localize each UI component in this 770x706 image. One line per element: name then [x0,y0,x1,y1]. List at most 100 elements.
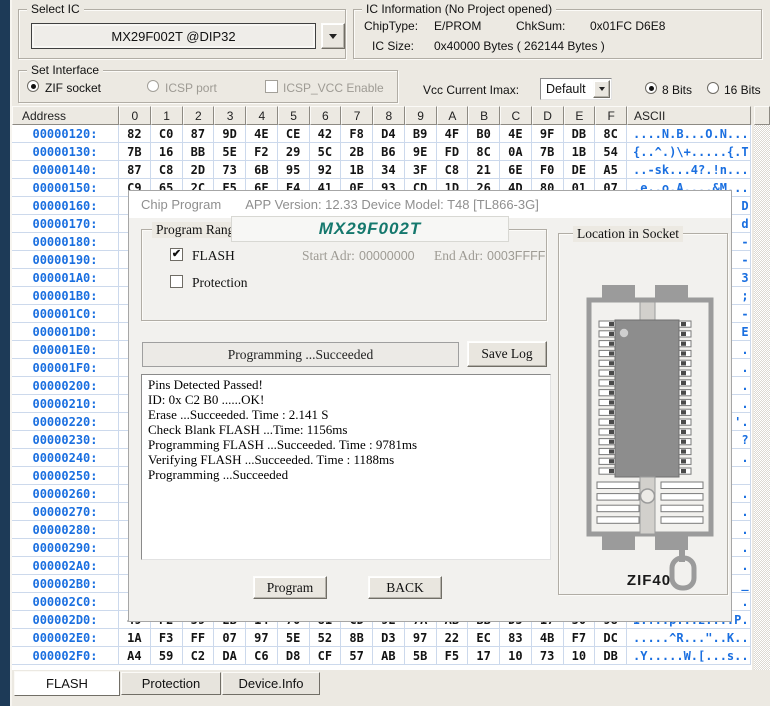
hex-ascii-cell[interactable]: ..-sk...4?.!n... [627,161,751,179]
hex-byte-cell[interactable]: F0 [532,161,564,179]
hex-byte-cell[interactable]: 87 [183,125,215,143]
hex-byte-cell[interactable]: 59 [151,647,183,665]
hex-byte-cell[interactable]: F7 [564,629,596,647]
hex-byte-cell[interactable]: C6 [246,647,278,665]
tab-protection[interactable]: Protection [121,672,221,695]
hex-byte-cell[interactable]: 8C [468,143,500,161]
hex-byte-cell[interactable]: 22 [437,629,469,647]
hex-byte-cell[interactable]: EC [468,629,500,647]
hex-byte-cell[interactable]: DA [214,647,246,665]
hex-byte-cell[interactable]: 10 [500,647,532,665]
hex-byte-cell[interactable]: 29 [278,143,310,161]
log-output[interactable]: Pins Detected Passed!ID: 0x C2 B0 ......… [141,374,551,560]
hex-byte-cell[interactable]: 73 [214,161,246,179]
hex-byte-cell[interactable]: 2B [341,143,373,161]
hex-byte-cell[interactable]: D4 [373,125,405,143]
hex-byte-cell[interactable]: 16 [151,143,183,161]
hex-byte-cell[interactable]: FD [437,143,469,161]
16-bits-radio[interactable] [707,82,719,94]
protection-checkbox[interactable] [170,275,183,288]
hex-byte-cell[interactable]: A4 [119,647,151,665]
flash-checkbox[interactable]: ✔ [170,248,183,261]
hex-byte-cell[interactable]: 21 [468,161,500,179]
scrollbar-corner-button[interactable] [754,106,770,125]
hex-byte-cell[interactable]: 6E [500,161,532,179]
hex-byte-cell[interactable]: 92 [310,161,342,179]
hex-byte-cell[interactable]: 97 [405,629,437,647]
hex-byte-cell[interactable]: DB [595,647,627,665]
program-button[interactable]: Program [253,576,327,599]
hex-byte-cell[interactable]: 4E [500,125,532,143]
hex-byte-cell[interactable]: FF [183,629,215,647]
hex-byte-cell[interactable]: 7B [532,143,564,161]
hex-byte-cell[interactable]: 34 [373,161,405,179]
tab-device-info[interactable]: Device.Info [222,672,320,695]
hex-byte-cell[interactable]: 7B [119,143,151,161]
hex-byte-cell[interactable]: 9E [405,143,437,161]
hex-byte-cell[interactable]: 5C [310,143,342,161]
hex-byte-cell[interactable]: 4F [437,125,469,143]
hex-byte-cell[interactable]: C8 [151,161,183,179]
vcc-dropdown[interactable]: Default [540,78,612,100]
hex-byte-cell[interactable]: 5E [278,629,310,647]
hex-byte-cell[interactable]: B0 [468,125,500,143]
hex-byte-cell[interactable]: CF [310,647,342,665]
back-button[interactable]: BACK [368,576,442,599]
hex-ascii-cell[interactable]: .Y.....W.[...s.. [627,647,751,665]
hex-byte-cell[interactable]: 1B [564,143,596,161]
hex-byte-cell[interactable]: 5E [214,143,246,161]
hex-byte-cell[interactable]: DB [564,125,596,143]
hex-byte-cell[interactable]: 52 [310,629,342,647]
hex-byte-cell[interactable]: 57 [341,647,373,665]
8-bits-radio[interactable] [645,82,657,94]
hex-byte-cell[interactable]: 6B [246,161,278,179]
dialog-titlebar[interactable]: Chip Program APP Version: 12.33 Device M… [129,191,731,218]
hex-byte-cell[interactable]: 97 [246,629,278,647]
hex-ascii-cell[interactable]: .....^R..."..K.. [627,629,751,647]
hex-byte-cell[interactable]: 8C [595,125,627,143]
hex-byte-cell[interactable]: C0 [151,125,183,143]
hex-ascii-cell[interactable]: {..^.)\+.....{.T [627,143,751,161]
hex-byte-cell[interactable]: A5 [595,161,627,179]
hex-byte-cell[interactable]: D3 [373,629,405,647]
hex-ascii-cell[interactable]: ....N.B...O.N... [627,125,751,143]
vertical-scrollbar[interactable] [754,125,770,670]
hex-byte-cell[interactable]: 1A [119,629,151,647]
hex-byte-cell[interactable]: F2 [246,143,278,161]
vcc-dropdown-button[interactable] [593,80,610,98]
hex-byte-cell[interactable]: 9D [214,125,246,143]
ic-combo-box[interactable]: MX29F002T @DIP32 [31,23,316,49]
tab-flash[interactable]: FLASH [14,671,120,696]
hex-byte-cell[interactable]: 54 [595,143,627,161]
hex-byte-cell[interactable]: 07 [214,629,246,647]
hex-byte-cell[interactable]: C2 [183,647,215,665]
hex-byte-cell[interactable]: 2D [183,161,215,179]
save-log-button[interactable]: Save Log [467,341,547,367]
hex-byte-cell[interactable]: AB [373,647,405,665]
hex-byte-cell[interactable]: 10 [564,647,596,665]
hex-byte-cell[interactable]: B6 [373,143,405,161]
hex-byte-cell[interactable]: 42 [310,125,342,143]
hex-byte-cell[interactable]: DC [595,629,627,647]
ic-combo-dropdown-button[interactable] [321,23,345,49]
hex-byte-cell[interactable]: 1B [341,161,373,179]
hex-byte-cell[interactable]: 17 [468,647,500,665]
hex-byte-cell[interactable]: 3F [405,161,437,179]
zif-socket-radio[interactable] [27,80,39,92]
hex-byte-cell[interactable]: DE [564,161,596,179]
hex-byte-cell[interactable]: 4B [532,629,564,647]
hex-byte-cell[interactable]: F8 [341,125,373,143]
hex-byte-cell[interactable]: C8 [437,161,469,179]
hex-byte-cell[interactable]: F3 [151,629,183,647]
hex-byte-cell[interactable]: CE [278,125,310,143]
hex-byte-cell[interactable]: BB [183,143,215,161]
hex-byte-cell[interactable]: 0A [500,143,532,161]
hex-byte-cell[interactable]: 4E [246,125,278,143]
hex-byte-cell[interactable]: 87 [119,161,151,179]
hex-byte-cell[interactable]: F5 [437,647,469,665]
hex-byte-cell[interactable]: D8 [278,647,310,665]
hex-byte-cell[interactable]: 95 [278,161,310,179]
hex-byte-cell[interactable]: 9F [532,125,564,143]
hex-byte-cell[interactable]: 83 [500,629,532,647]
hex-byte-cell[interactable]: 8B [341,629,373,647]
